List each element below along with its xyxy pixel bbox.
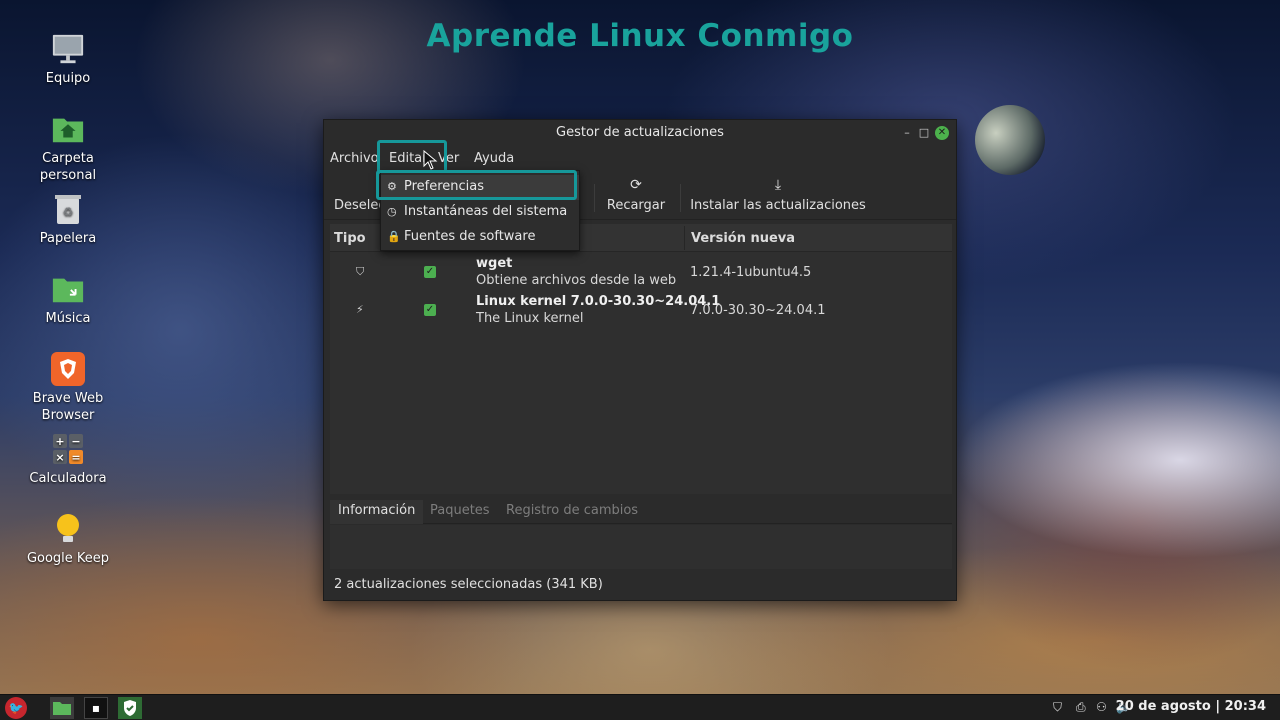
package-name: Linux kernel 7.0.0-30.30~24.04.1 [476,294,721,309]
desktop-icon-label: Brave Web Browser [32,391,104,423]
package-name: wget [476,256,513,271]
install-updates-button[interactable]: ⤓ Instalar las actualizaciones [688,174,868,220]
desktop-icon-label: Música [45,311,91,326]
files-icon[interactable] [50,697,74,719]
details-tabs: Información Paquetes Registro de cambios [330,500,952,524]
network-icon[interactable]: ⚇ [1096,700,1107,714]
taskbar-clock[interactable]: 20 de agosto | 20:34 [1116,699,1266,714]
mouse-cursor-icon [423,150,438,170]
desktop-icon-label: Papelera [39,231,97,246]
reload-button[interactable]: ⟳ Recargar [600,174,672,220]
lock-icon: 🔒 [387,230,401,243]
close-icon[interactable]: ✕ [935,126,949,140]
calculator-icon: + − × = [51,432,85,466]
svg-text:−: − [71,435,80,448]
download-icon: ⤓ [774,177,782,193]
menu-ayuda[interactable]: Ayuda [474,151,514,166]
desktop-icon-label: Equipo [45,71,91,86]
terminal-icon[interactable]: ▪ [84,697,108,719]
toolbar-separator [680,184,681,212]
table-row[interactable]: ⛉ ✓ wget Obtiene archivos desde la web 1… [330,254,952,292]
package-description: Obtiene archivos desde la web [476,273,677,288]
status-text: 2 actualizaciones seleccionadas (341 KB) [334,577,603,592]
lightning-icon: ⚡ [356,303,364,316]
tab-registro-de-cambios[interactable]: Registro de cambios [498,500,646,524]
menu-item-label: Fuentes de software [404,229,536,244]
maximize-icon[interactable]: □ [917,126,931,140]
refresh-icon: ⟳ [630,177,642,193]
start-menu-icon[interactable]: 🐦 [5,697,27,719]
svg-text:=: = [71,451,80,464]
toolbar-separator [594,184,595,212]
window-title: Gestor de actualizaciones [556,125,724,140]
minimize-icon[interactable]: – [900,126,914,140]
music-folder-icon [51,272,85,306]
taskbar: 🐦 ▪ ⛉ ⎙ ⚇ 🔈 20 de agosto | 20:34 [0,694,1280,720]
wallpaper-moon [975,105,1045,175]
desktop-icon-label: Google Keep [26,551,110,566]
package-description: The Linux kernel [476,311,584,326]
info-panel [330,525,952,569]
menu-archivo[interactable]: Archivo [330,151,379,166]
desktop-icon-musica[interactable]: Música [20,272,116,327]
desktop-icon-label: Calculadora [29,471,107,486]
header-version[interactable]: Versión nueva [691,231,795,246]
trash-icon: ♻ [51,192,85,226]
desktop-icon-label: Carpeta personal [39,151,97,183]
svg-text:×: × [55,451,64,464]
package-version: 1.21.4-1ubuntu4.5 [690,265,812,280]
table-row[interactable]: ⚡ ✓ Linux kernel 7.0.0-30.30~24.04.1 The… [330,292,952,330]
reload-label: Recargar [606,198,666,213]
updates-table: Tipo Versión nueva ⛉ ✓ wget Obtiene arch… [330,224,952,494]
shield-tray-icon[interactable]: ⛉ [1053,700,1062,715]
menu-item-label: Instantáneas del sistema [404,204,568,219]
shield-icon: ⛉ [356,265,365,278]
svg-text:+: + [55,435,64,448]
row-checkbox[interactable]: ✓ [424,266,436,278]
menu-item-fuentes-de-software[interactable]: 🔒 Fuentes de software [381,225,579,250]
package-version: 7.0.0-30.30~24.04.1 [690,303,826,318]
brave-icon [51,352,85,386]
preferencias-highlight-box [376,170,577,200]
desktop-icon-equipo[interactable]: Equipo [20,32,116,87]
header-type[interactable]: Tipo [334,231,366,246]
install-label: Instalar las actualizaciones [690,198,866,213]
row-checkbox[interactable]: ✓ [424,304,436,316]
lightbulb-icon [51,512,85,546]
update-manager-taskbar-icon[interactable] [118,697,142,719]
clock-icon: ◷ [387,205,397,218]
monitor-icon [51,32,85,66]
desktop-icon-carpeta-personal[interactable]: Carpeta personal [20,112,116,184]
menu-item-instantaneas[interactable]: ◷ Instantáneas del sistema [381,200,579,225]
tab-informacion[interactable]: Información [330,500,424,524]
printer-icon[interactable]: ⎙ [1076,700,1086,715]
tab-paquetes[interactable]: Paquetes [422,500,498,524]
desktop-icon-calculadora[interactable]: + − × = Calculadora [20,432,116,487]
svg-text:♻: ♻ [63,205,74,219]
desktop-icon-brave[interactable]: Brave Web Browser [20,352,116,424]
watermark-title: Aprende Linux Conmigo [426,18,854,54]
desktop-icon-google-keep[interactable]: Google Keep [20,512,116,567]
home-folder-icon [51,112,85,146]
desktop-icon-papelera[interactable]: ♻ Papelera [20,192,116,247]
header-separator [684,226,685,250]
